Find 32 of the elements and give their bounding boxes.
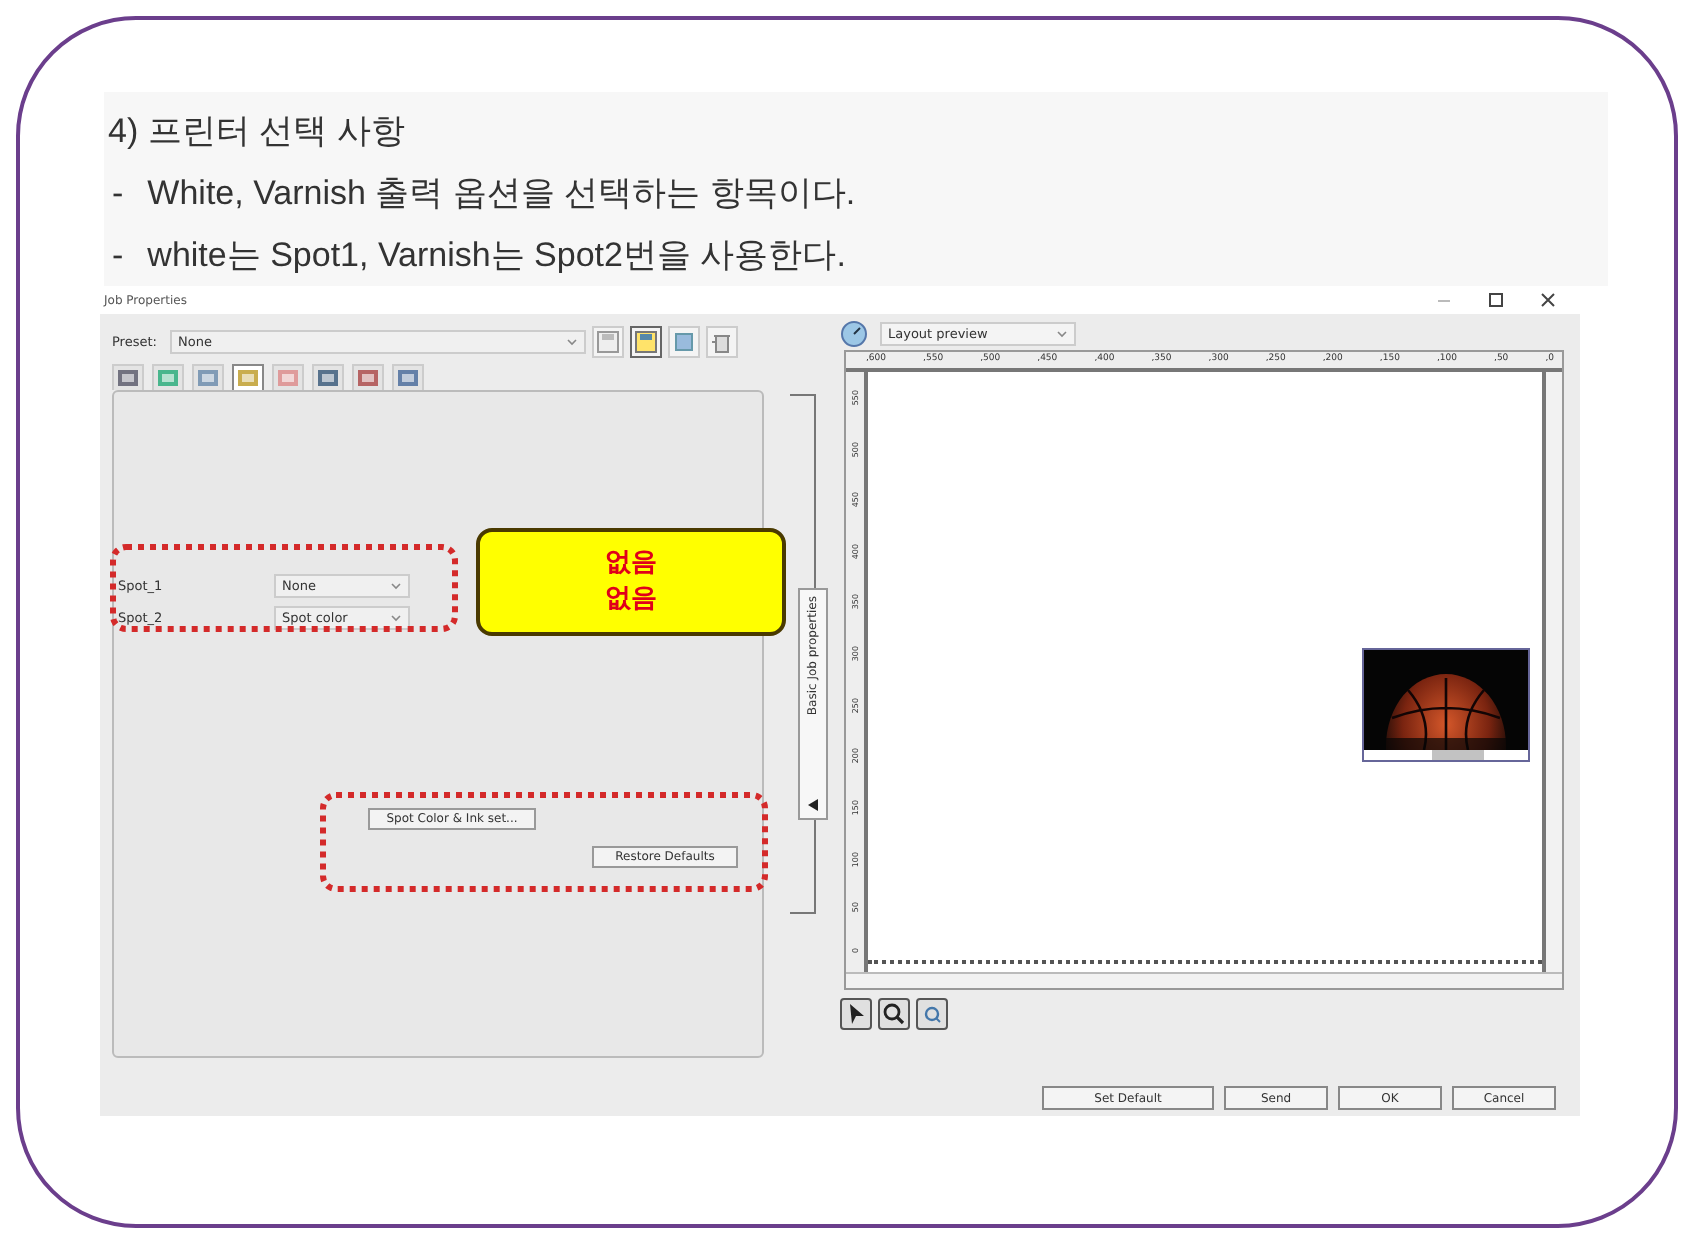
document-icon[interactable]	[668, 326, 700, 358]
bullet-text: white는 Spot1, Varnish는 Spot2번을 사용한다.	[147, 234, 846, 278]
callout-text: 없음	[605, 584, 657, 616]
slide-heading: 4) 프린터 선택 사항	[108, 110, 407, 154]
bullet-text: White, Varnish 출력 옵션을 선택하는 항목이다.	[147, 172, 856, 216]
caret-icon	[1056, 330, 1068, 338]
tab-icon[interactable]	[232, 364, 264, 390]
maximize-icon[interactable]	[1488, 292, 1504, 308]
caret-icon	[390, 614, 402, 622]
triangle-left-icon	[806, 798, 820, 812]
horizontal-scrollbar[interactable]	[846, 972, 1562, 988]
tab-icon[interactable]	[352, 364, 384, 390]
save-icon[interactable]	[630, 326, 662, 358]
tab-icon[interactable]	[192, 364, 224, 390]
pointer-icon[interactable]	[840, 998, 872, 1030]
caret-icon	[566, 338, 578, 346]
caret-icon	[390, 582, 402, 590]
tab-icon[interactable]	[392, 364, 424, 390]
vertical-scrollbar[interactable]	[1546, 372, 1562, 972]
zoom-icon[interactable]	[878, 998, 910, 1030]
tab-icon[interactable]	[112, 364, 144, 390]
clock-icon[interactable]	[840, 320, 868, 348]
tab-icon[interactable]	[272, 364, 304, 390]
tab-icon[interactable]	[152, 364, 184, 390]
caption-bar	[1432, 750, 1484, 760]
trash-icon[interactable]	[706, 326, 738, 358]
bullet-marker: -	[110, 234, 124, 278]
close-icon[interactable]	[1540, 292, 1556, 308]
search-icon[interactable]	[916, 998, 948, 1030]
bullet-marker: -	[110, 172, 124, 216]
tab-icon[interactable]	[312, 364, 344, 390]
callout-text: 없음	[605, 548, 657, 580]
